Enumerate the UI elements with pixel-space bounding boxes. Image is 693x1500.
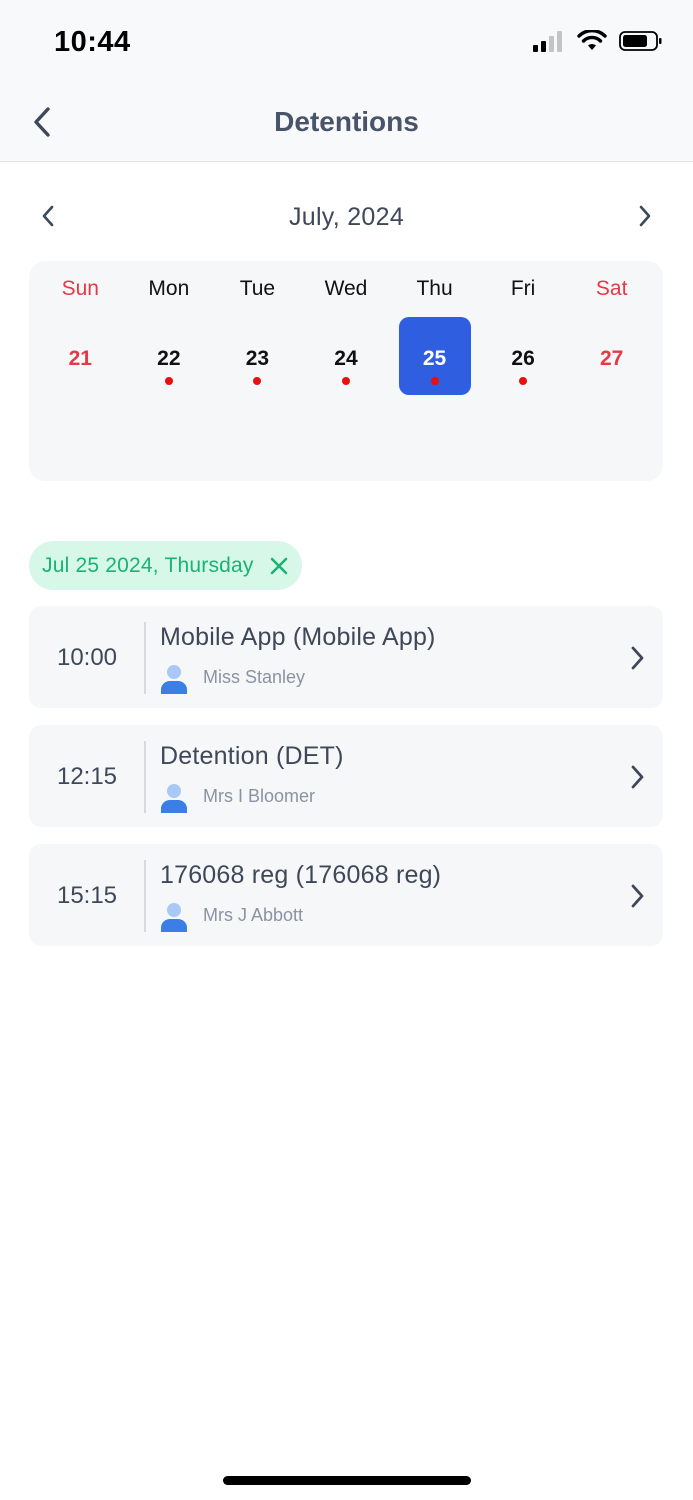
weekday-sun: Sun (61, 277, 99, 300)
status-icons (533, 29, 663, 57)
session-title: 176068 reg (176068 reg) (160, 861, 442, 889)
date-cell-23[interactable]: 23 (213, 317, 302, 395)
month-label: July, 2024 (288, 203, 405, 231)
event-dot (519, 377, 528, 385)
home-indicator (223, 1476, 471, 1485)
date-cell-25-selected[interactable]: 25 (390, 317, 479, 395)
date-row: 21 22 23 24 25 26 27 (36, 317, 656, 395)
date-number: 24 (334, 347, 358, 370)
session-time: 12:15 (56, 763, 118, 790)
page-title: Detentions (274, 106, 419, 137)
date-cell-27[interactable]: 27 (567, 317, 656, 395)
weekday-wed: Wed (324, 277, 368, 300)
date-filter-label: Jul 25 2024, Thursday (42, 553, 254, 577)
date-cell-24[interactable]: 24 (302, 317, 391, 395)
person-icon (160, 902, 188, 932)
session-time: 15:15 (56, 882, 118, 909)
date-number: 27 (599, 347, 624, 370)
chevron-right-icon (627, 644, 647, 672)
session-teacher: Mrs J Abbott (203, 905, 304, 925)
weekday-tue: Tue (239, 277, 276, 300)
close-icon[interactable] (268, 555, 290, 577)
divider (144, 741, 146, 813)
event-dot (341, 377, 350, 385)
session-title: Mobile App (Mobile App) (160, 623, 436, 651)
status-bar: 10:44 (0, 0, 693, 90)
date-number: 26 (511, 347, 535, 370)
wifi-icon (577, 29, 607, 57)
chevron-right-icon (627, 882, 647, 910)
nav-bar: Detentions (0, 90, 693, 162)
signal-icon (533, 30, 565, 57)
battery-icon (619, 30, 663, 57)
event-dot (253, 377, 262, 385)
date-number: 23 (245, 347, 270, 370)
weekday-mon: Mon (148, 277, 190, 300)
chevron-right-icon (627, 763, 647, 791)
weekday-row: Sun Mon Tue Wed Thu Fri Sat (36, 277, 656, 301)
session-row[interactable]: 15:15 176068 reg (176068 reg) Mrs J Abbo… (29, 844, 663, 946)
week-calendar: Sun Mon Tue Wed Thu Fri Sat 21 22 23 24 … (29, 261, 663, 481)
date-number: 25 (422, 347, 447, 370)
session-teacher: Miss Stanley (203, 667, 306, 687)
next-month-button[interactable] (623, 196, 667, 240)
session-teacher: Mrs I Bloomer (203, 786, 316, 806)
weekday-thu: Thu (416, 277, 453, 300)
date-number: 21 (68, 347, 92, 370)
event-dot (430, 377, 439, 385)
status-time: 10:44 (54, 26, 131, 58)
session-row[interactable]: 10:00 Mobile App (Mobile App) Miss Stanl… (29, 606, 663, 708)
event-dot (164, 377, 173, 385)
weekday-fri: Fri (510, 277, 536, 300)
date-cell-22[interactable]: 22 (125, 317, 214, 395)
divider (144, 622, 146, 694)
date-cell-26[interactable]: 26 (479, 317, 568, 395)
date-cell-21[interactable]: 21 (36, 317, 125, 395)
session-row[interactable]: 12:15 Detention (DET) Mrs I Bloomer (29, 725, 663, 827)
session-time: 10:00 (56, 644, 118, 671)
divider (144, 860, 146, 932)
person-icon (160, 664, 188, 694)
month-selector: July, 2024 (0, 192, 693, 244)
session-title: Detention (DET) (160, 742, 344, 770)
date-number: 22 (157, 347, 181, 370)
weekday-sat: Sat (595, 277, 628, 300)
person-icon (160, 783, 188, 813)
date-filter-chip[interactable]: Jul 25 2024, Thursday (29, 541, 302, 590)
chevron-right-icon (638, 205, 652, 232)
